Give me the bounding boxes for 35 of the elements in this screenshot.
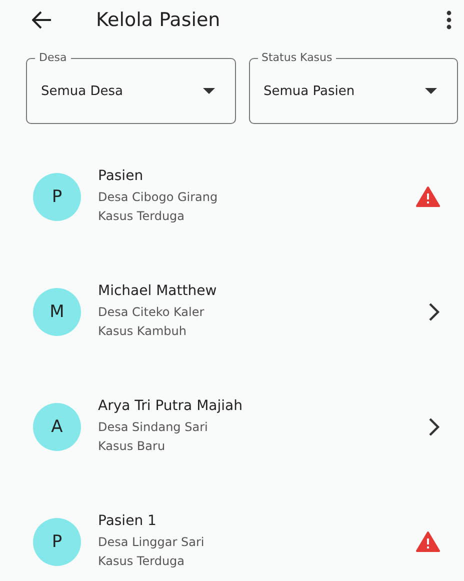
dropdown-caret-icon: [425, 88, 437, 94]
avatar: M: [33, 288, 81, 336]
case-status: Kasus Kambuh: [98, 322, 188, 340]
dropdown-caret-icon: [202, 88, 214, 94]
patient-village: Desa Citeko Kaler: [98, 304, 206, 320]
chevron-right-icon[interactable]: [428, 302, 440, 322]
patient-list-item[interactable]: P Pasien 1 Desa Linggar Sari Kasus Terduga: [0, 484, 464, 581]
patient-village: Desa Cibogo Girang: [98, 188, 219, 206]
patient-village: Desa Sindang Sari: [98, 418, 209, 436]
avatar: P: [33, 172, 81, 220]
patient-list-item[interactable]: A Arya Tri Putra Majiah Desa Sindang Sari Kasus Baru: [0, 369, 464, 484]
dropdown-field[interactable]: Desa Semua Desa: [26, 51, 236, 124]
patient-name: Pasien: [98, 168, 144, 184]
case-status: Kasus Terduga: [98, 552, 186, 570]
patient-name: Pasien 1: [98, 512, 158, 528]
chevron-right-icon[interactable]: [428, 416, 440, 436]
field-label: Desa: [38, 51, 68, 65]
patient-village: Desa Linggar Sari: [98, 534, 206, 550]
warning-icon: [416, 186, 440, 207]
avatar: A: [33, 402, 81, 450]
dropdown-value: Semua Pasien: [264, 84, 356, 98]
patient-name: Arya Tri Putra Majiah: [98, 398, 244, 414]
patient-name: Michael Matthew: [98, 282, 218, 298]
case-status: Kasus Terduga: [98, 208, 186, 224]
dropdown-field[interactable]: Status Kasus Semua Pasien: [248, 51, 458, 124]
warning-icon: [416, 531, 440, 552]
screen-title: Kelola Pasien: [96, 9, 222, 31]
case-status: Kasus Baru: [98, 438, 166, 454]
avatar: P: [33, 518, 81, 566]
patient-list-item[interactable]: M Michael Matthew Desa Citeko Kaler Kasus Kambuh: [0, 254, 464, 369]
field-label: Status Kasus: [260, 51, 334, 65]
patient-list-item[interactable]: P Pasien Desa Cibogo Girang Kasus Terduga: [0, 139, 464, 254]
more-options-icon[interactable]: [446, 10, 452, 30]
dropdown-value: Semua Desa: [41, 84, 124, 98]
back-arrow-icon[interactable]: [32, 11, 52, 29]
